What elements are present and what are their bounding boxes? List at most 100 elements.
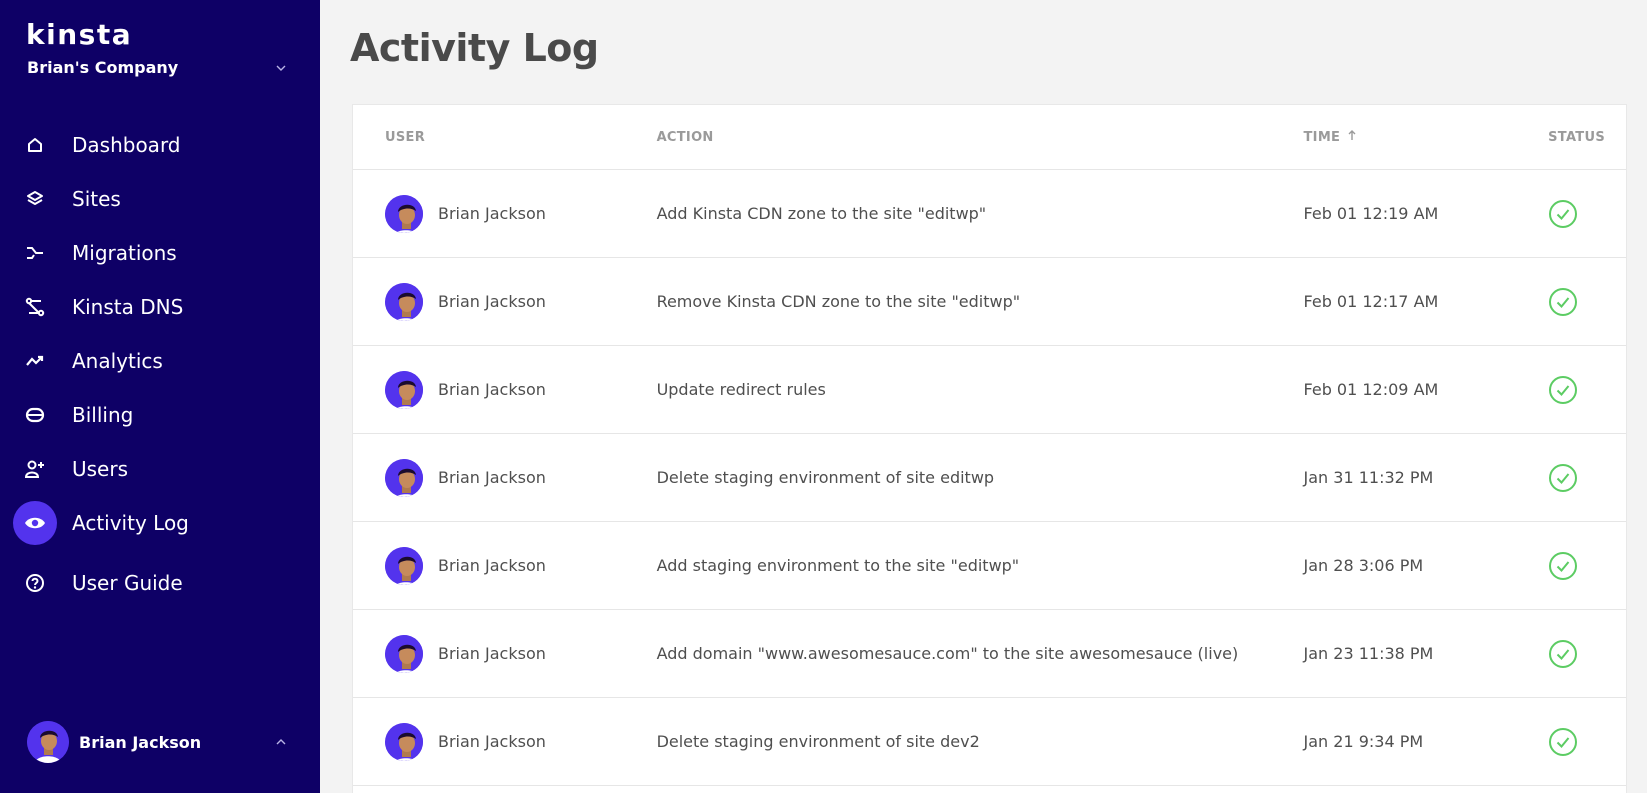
sidebar-item-kinsta-dns[interactable]: Kinsta DNS <box>0 280 320 334</box>
table-row[interactable]: Brian Jackson Remove Kinsta CDN zone to … <box>353 258 1626 346</box>
avatar <box>385 194 423 233</box>
sidebar-item-label: Dashboard <box>72 133 181 157</box>
row-action: Add domain "www.awesomesauce.com" to the… <box>656 644 1239 663</box>
row-status <box>1548 727 1626 757</box>
table-row[interactable]: Brian Jackson Delete staging environment… <box>353 434 1626 522</box>
row-time: Feb 01 12:19 AM <box>1303 204 1439 223</box>
row-user: Brian Jackson <box>353 722 657 761</box>
sidebar-item-label: Users <box>72 457 129 481</box>
row-user-name: Brian Jackson <box>438 644 546 663</box>
sidebar-item-dashboard[interactable]: Dashboard <box>0 118 320 172</box>
billing-icon <box>24 404 46 426</box>
table-row[interactable]: Brian Jackson Add domain "www.awesomesau… <box>353 610 1626 698</box>
row-time: Feb 01 12:17 AM <box>1303 292 1439 311</box>
row-time: Feb 01 12:09 AM <box>1303 380 1439 399</box>
sidebar-item-migrations[interactable]: Migrations <box>0 226 320 280</box>
sidebar-item-label: User Guide <box>72 571 183 595</box>
avatar <box>385 370 423 409</box>
column-header-action: ACTION <box>656 129 714 145</box>
sidebar-item-activity-log[interactable]: Activity Log <box>0 496 320 550</box>
chevron-down-icon <box>276 65 286 71</box>
column-header-status: STATUS <box>1548 129 1605 145</box>
row-user: Brian Jackson <box>353 370 657 409</box>
row-action: Delete staging environment of site dev2 <box>656 732 980 751</box>
add-user-icon <box>24 458 46 480</box>
kinsta-logo[interactable]: kinsta <box>26 18 132 51</box>
row-action: Delete staging environment of site editw… <box>656 468 995 487</box>
table-body: Brian Jackson Add Kinsta CDN zone to the… <box>353 170 1626 786</box>
sidebar-item-sites[interactable]: Sites <box>0 172 320 226</box>
avatar <box>385 282 423 321</box>
sidebar-item-label: Analytics <box>72 349 163 373</box>
page-title: Activity Log <box>350 26 599 70</box>
sidebar-item-analytics[interactable]: Analytics <box>0 334 320 388</box>
activity-table: USER ACTION TIME STATUS Brian Jackson Ad… <box>352 104 1627 793</box>
layers-icon <box>24 188 46 210</box>
sidebar-nav: Dashboard Sites Migrations Kinsta DNS An… <box>0 118 320 610</box>
row-user: Brian Jackson <box>353 546 657 585</box>
company-switcher[interactable]: Brian's Company <box>27 58 287 77</box>
migrations-icon <box>24 242 46 264</box>
row-status <box>1548 199 1626 229</box>
row-user-name: Brian Jackson <box>438 556 546 575</box>
sidebar-item-users[interactable]: Users <box>0 442 320 496</box>
row-time: Jan 31 11:32 PM <box>1303 468 1434 487</box>
sidebar-item-user-guide[interactable]: User Guide <box>0 556 320 610</box>
table-header: USER ACTION TIME STATUS <box>353 105 1626 170</box>
row-status <box>1548 639 1626 669</box>
sort-ascending-icon[interactable] <box>1348 129 1356 145</box>
row-user-name: Brian Jackson <box>438 732 546 751</box>
row-user: Brian Jackson <box>353 194 657 233</box>
row-user-name: Brian Jackson <box>438 292 546 311</box>
avatar <box>385 634 423 673</box>
check-circle-icon <box>1549 551 1578 580</box>
avatar <box>385 458 423 497</box>
help-icon <box>24 572 46 594</box>
row-action: Update redirect rules <box>656 380 826 399</box>
avatar <box>385 722 423 761</box>
check-circle-icon <box>1549 375 1578 404</box>
column-header-user: USER <box>385 129 426 145</box>
table-row[interactable]: Brian Jackson Delete staging environment… <box>353 698 1626 786</box>
dns-icon <box>24 296 46 318</box>
company-name: Brian's Company <box>27 58 179 77</box>
table-row[interactable]: Brian Jackson Add staging environment to… <box>353 522 1626 610</box>
table-row[interactable]: Brian Jackson Add Kinsta CDN zone to the… <box>353 170 1626 258</box>
row-user-name: Brian Jackson <box>438 204 546 223</box>
row-user-name: Brian Jackson <box>438 468 546 487</box>
column-header-time-label: TIME <box>1303 129 1341 145</box>
row-user: Brian Jackson <box>353 282 657 321</box>
main-content: Activity Log USER ACTION TIME STATUS Bri… <box>320 0 1647 793</box>
sidebar-item-label: Sites <box>72 187 121 211</box>
eye-icon <box>13 501 57 545</box>
avatar <box>27 721 69 763</box>
check-circle-icon <box>1549 287 1578 316</box>
trend-icon <box>24 350 46 372</box>
sidebar-item-label: Kinsta DNS <box>72 295 184 319</box>
row-time: Jan 23 11:38 PM <box>1303 644 1434 663</box>
row-action: Remove Kinsta CDN zone to the site "edit… <box>656 292 1021 311</box>
row-status <box>1548 375 1626 405</box>
check-circle-icon <box>1549 639 1578 668</box>
row-user: Brian Jackson <box>353 458 657 497</box>
row-time: Jan 28 3:06 PM <box>1303 556 1424 575</box>
sidebar-item-label: Activity Log <box>72 511 189 535</box>
row-status <box>1548 551 1626 581</box>
table-row[interactable]: Brian Jackson Update redirect rules Feb … <box>353 346 1626 434</box>
row-status <box>1548 463 1626 493</box>
chevron-up-icon <box>276 739 286 745</box>
sidebar-item-label: Migrations <box>72 241 177 265</box>
row-user-name: Brian Jackson <box>438 380 546 399</box>
user-menu[interactable]: Brian Jackson <box>27 721 287 763</box>
current-user-name: Brian Jackson <box>79 732 202 752</box>
row-status <box>1548 287 1626 317</box>
sidebar-item-billing[interactable]: Billing <box>0 388 320 442</box>
sidebar: kinsta Brian's Company Dashboard Sites M… <box>0 0 320 793</box>
row-action: Add staging environment to the site "edi… <box>656 556 1020 575</box>
row-time: Jan 21 9:34 PM <box>1303 732 1424 751</box>
avatar <box>385 546 423 585</box>
row-action: Add Kinsta CDN zone to the site "editwp" <box>656 204 987 223</box>
column-header-time[interactable]: TIME <box>1304 130 1549 145</box>
check-circle-icon <box>1549 199 1578 228</box>
check-circle-icon <box>1549 463 1578 492</box>
